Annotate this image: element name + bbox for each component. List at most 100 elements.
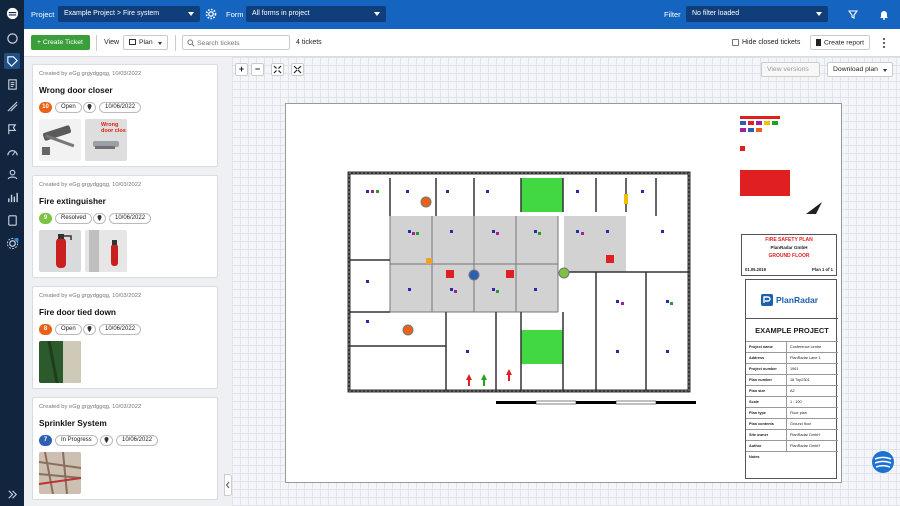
form-select-value: All forms in project — [252, 10, 310, 17]
chevron-down-icon — [883, 69, 887, 72]
ticket-photo-extinguisher-2[interactable] — [85, 230, 127, 272]
hide-closed-checkbox[interactable] — [732, 39, 739, 46]
form-select[interactable]: All forms in project — [246, 6, 386, 22]
ticket-card[interactable]: Created by eGg grgydggqg, 10/03/2022 Fir… — [32, 175, 218, 278]
settings-icon[interactable] — [4, 235, 20, 251]
scale-bar — [496, 400, 696, 405]
photo-caption: Wrong door clos — [101, 122, 126, 134]
ticket-meta: Created by eGg grgydggqg, 10/03/2022 — [39, 404, 142, 410]
fullscreen-icon[interactable] — [291, 63, 304, 76]
ticket-date: 10/06/2022 — [109, 213, 152, 224]
project-label: Project — [31, 10, 55, 19]
title-row: Plan number 18 Top2301 — [746, 374, 838, 386]
side-navigation — [0, 0, 24, 506]
plans-icon[interactable] — [4, 98, 20, 114]
chevron-down-icon — [816, 12, 822, 16]
location-pin-icon — [83, 102, 96, 113]
chevron-down-icon — [158, 42, 162, 45]
view-select[interactable]: Plan — [123, 35, 168, 50]
planradar-logo: PlanRadar — [760, 291, 818, 309]
form-label: Form — [226, 10, 244, 19]
filter-label: Filter — [664, 10, 681, 19]
ticket-photo-extinguisher[interactable] — [39, 230, 81, 272]
search-box[interactable] — [182, 35, 290, 50]
reports-icon[interactable] — [4, 212, 20, 228]
fit-screen-icon[interactable] — [271, 63, 284, 76]
filter-icon[interactable] — [846, 7, 860, 21]
gauge-icon[interactable] — [4, 144, 20, 160]
planradar-logo-icon — [761, 294, 773, 306]
more-options-icon[interactable] — [881, 37, 887, 49]
create-report-button[interactable]: Create report — [810, 35, 870, 50]
planradar-help-icon[interactable] — [870, 449, 896, 475]
ticket-list: Created by eGg grgydggqg, 10/03/2022 Wro… — [24, 57, 224, 506]
ticket-toolbar: + Create Ticket View Plan 4 tickets Hide… — [24, 29, 900, 57]
ticket-number-badge: 8 — [39, 324, 52, 335]
ticket-status: Open — [55, 324, 82, 335]
title-row: Site owner PlanRadar GmbH — [746, 429, 838, 441]
create-ticket-button[interactable]: + Create Ticket — [31, 35, 90, 50]
ticket-meta: Created by eGg grgydggqg, 10/03/2022 — [39, 182, 142, 188]
title-row: Address PlanRadar Lane 1 — [746, 352, 838, 364]
ticket-photo-door-closer[interactable] — [39, 119, 81, 161]
expand-sidebar-icon[interactable] — [4, 486, 20, 502]
ticket-date: 10/06/2022 — [99, 324, 142, 335]
floor-title: GROUND FLOOR — [768, 253, 810, 259]
ticket-status: Resolved — [55, 213, 93, 224]
plan-viewer[interactable]: + − View versions Download plan FIRE SAF… — [232, 57, 900, 506]
filter-select[interactable]: No filter loaded — [686, 6, 828, 22]
zoom-out-button[interactable]: − — [251, 63, 264, 76]
zoom-in-button[interactable]: + — [235, 63, 248, 76]
ticket-card[interactable]: Created by eGg grgydggqg, 10/03/2022 Fir… — [32, 286, 218, 389]
ticket-photo-sprinkler[interactable] — [39, 452, 81, 494]
ticket-date: 10/06/2022 — [116, 435, 159, 446]
title-row: Scale 1 : 100 — [746, 396, 838, 408]
ticket-count: 4 tickets — [296, 39, 322, 46]
title-row: Notes — [746, 451, 838, 479]
title-row: Project number 1961 — [746, 363, 838, 375]
bell-icon[interactable] — [877, 7, 891, 21]
ticket-card[interactable]: Created by eGg grgydggqg, 10/03/2022 Wro… — [32, 64, 218, 167]
dashboard-icon[interactable] — [4, 30, 20, 46]
title-row: Plan size A2 — [746, 385, 838, 397]
download-plan-button[interactable]: Download plan — [827, 62, 893, 77]
floor-plan-sheet[interactable]: FIRE SAFETY PLAN PlanRadar GmbH GROUND F… — [285, 103, 842, 483]
view-select-value: Plan — [139, 39, 153, 46]
ticket-title: Fire extinguisher — [39, 196, 106, 206]
ticket-number-badge: 7 — [39, 435, 52, 446]
gear-icon[interactable] — [204, 7, 218, 21]
logo-text: PlanRadar — [776, 295, 819, 305]
ticket-photo-wrong-door[interactable]: Wrong door clos — [85, 119, 127, 161]
title-row: Plan contents Ground floor — [746, 418, 838, 430]
title-block: PlanRadar EXAMPLE PROJECT Project name Co… — [745, 279, 838, 479]
legend-colors — [740, 116, 780, 151]
statistics-icon[interactable] — [4, 189, 20, 205]
documents-icon[interactable] — [4, 76, 20, 92]
view-versions-button[interactable]: View versions — [761, 62, 820, 77]
ticket-meta: Created by eGg grgydggqg, 10/03/2022 — [39, 71, 142, 77]
north-arrow-icon — [806, 202, 822, 214]
divider — [175, 35, 176, 51]
title-row: Author PlanRadar GmbH — [746, 440, 838, 452]
app-logo-icon[interactable] — [4, 5, 20, 21]
search-input[interactable] — [197, 38, 287, 48]
ticket-photo-fire-door[interactable] — [39, 341, 81, 383]
flag-icon[interactable] — [4, 121, 20, 137]
ticket-title: Sprinkler System — [39, 418, 107, 428]
project-select[interactable]: Example Project > Fire system — [58, 6, 200, 22]
filter-select-value: No filter loaded — [692, 10, 740, 17]
company-name: PlanRadar GmbH — [770, 245, 808, 250]
ticket-title: Fire door tied down — [39, 307, 116, 317]
ticket-card[interactable]: Created by eGg grgydggqg, 10/03/2022 Spr… — [32, 397, 218, 500]
ticket-status: Open — [55, 102, 82, 113]
ticket-number-badge: 10 — [39, 102, 52, 113]
tickets-icon[interactable] — [4, 53, 20, 69]
divider — [96, 35, 97, 51]
legend-red-block — [740, 170, 790, 196]
collapse-panel-handle[interactable] — [224, 474, 232, 496]
plan-page: Plan 1 of 1 — [812, 267, 833, 272]
user-icon[interactable] — [4, 166, 20, 182]
download-plan-label: Download plan — [833, 66, 878, 73]
ticket-date: 10/06/2022 — [99, 102, 142, 113]
fire-safety-header: FIRE SAFETY PLAN PlanRadar GmbH GROUND F… — [741, 234, 837, 276]
